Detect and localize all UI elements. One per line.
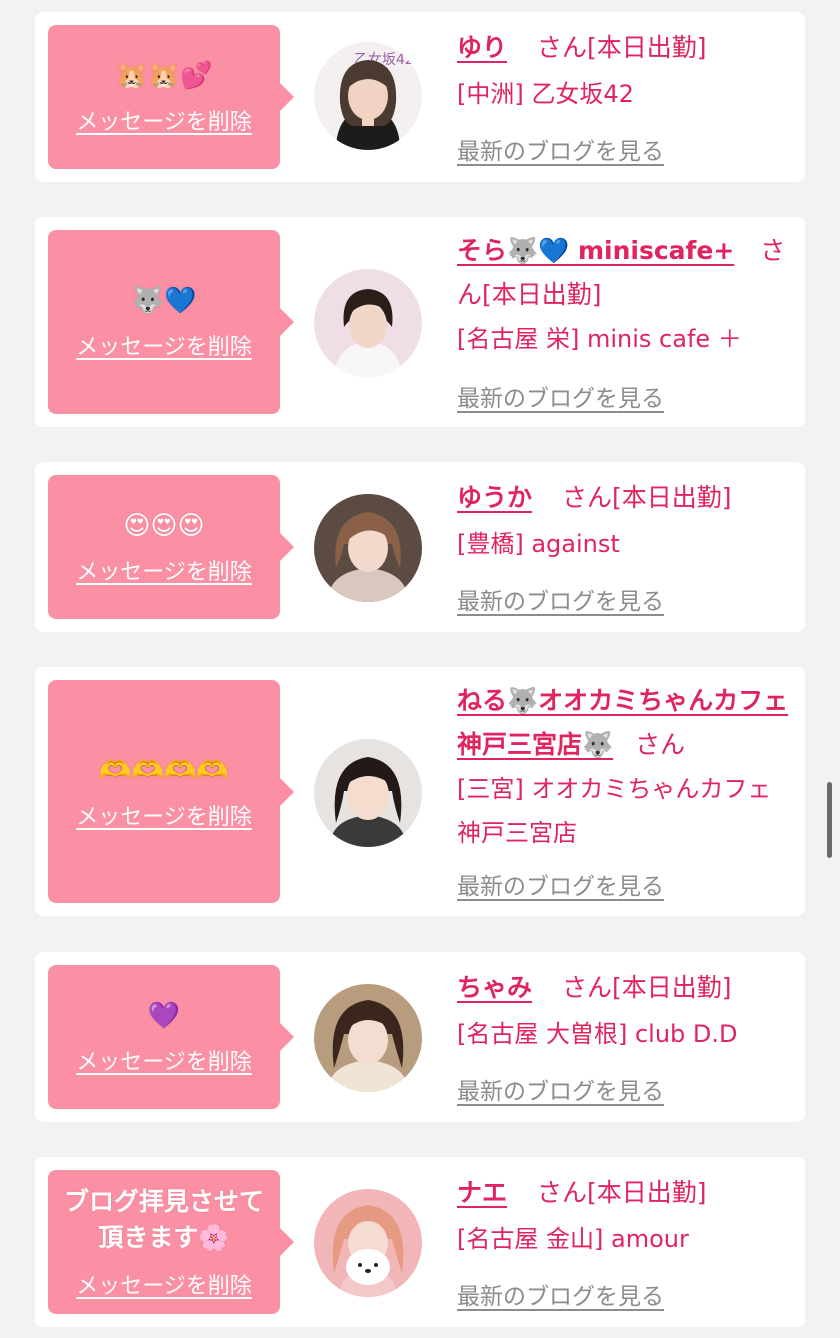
entry-info: ちゃみ さん[本日出勤] [名古屋 大曽根] club D.D [457,966,793,1056]
latest-blog-link[interactable]: 最新のブログを見る [457,379,664,413]
entry-info: そら🐺💙 miniscafe+ さん[本日出勤] [名古屋 栄] minis c… [457,229,793,361]
delete-message-link[interactable]: メッセージを削除 [76,554,252,586]
delete-message-link[interactable]: メッセージを削除 [76,1268,252,1300]
list-item: 🐺💙 メッセージを削除 そら🐺💙 miniscafe+ さん[本日出勤] [名古… [35,217,805,427]
list-item: 😍😍😍 メッセージを削除 ゆうか さん[本日出勤] [豊橋] against 最… [35,462,805,632]
profile-photo-icon: 乙女坂42 [314,42,422,150]
cast-name-link[interactable]: そら🐺💙 miniscafe+ [457,236,734,265]
avatar[interactable] [314,269,422,377]
avatar[interactable] [314,984,422,1092]
avatar[interactable]: 乙女坂42 [314,42,422,150]
profile-photo-icon [314,269,422,377]
name-suffix: さん [561,973,612,1002]
message-bubble: 🫶🫶🫶🫶 メッセージを削除 [48,680,294,903]
status-text: [本日出勤] [586,33,707,62]
message-bubble: 🐺💙 メッセージを削除 [48,230,294,414]
name-suffix: さん [561,483,612,512]
cast-name-link[interactable]: ナエ [457,1178,507,1207]
delete-message-link[interactable]: メッセージを削除 [76,104,252,136]
delete-message-link[interactable]: メッセージを削除 [76,329,252,361]
message-text: 💜 [147,1001,181,1031]
latest-blog-link[interactable]: 最新のブログを見る [457,1072,664,1106]
profile-photo-icon [314,984,422,1092]
latest-blog-link[interactable]: 最新のブログを見る [457,1277,664,1311]
profile-photo-icon [314,494,422,602]
latest-blog-link[interactable]: 最新のブログを見る [457,582,664,616]
status-text: [本日出勤] [611,483,732,512]
cast-name-link[interactable]: ゆうか [457,483,532,512]
message-bubble: 💜 メッセージを削除 [48,965,294,1109]
message-text: 😍😍😍 [123,511,205,541]
shop-info: [中洲] 乙女坂42 [457,80,634,108]
latest-blog-link[interactable]: 最新のブログを見る [457,132,664,166]
cast-name-link[interactable]: ちゃみ [457,973,532,1002]
status-text: [本日出勤] [611,973,732,1002]
avatar[interactable] [314,1189,422,1297]
profile-photo-icon [314,739,422,847]
entry-info: ゆうか さん[本日出勤] [豊橋] against [457,476,793,566]
profile-photo-icon [314,1189,422,1297]
avatar[interactable] [314,494,422,602]
delete-message-link[interactable]: メッセージを削除 [76,1044,252,1076]
message-text: 🐹🐹💕 [115,61,213,91]
message-bubble: 🐹🐹💕 メッセージを削除 [48,25,294,169]
entry-info: ねる🐺オオカミちゃんカフェ神戸三宮店🐺 さん [三宮] オオカミちゃんカフェ神戸… [457,679,793,855]
shop-info: [豊橋] against [457,530,620,558]
list-item: ブログ拝見させて頂きます🌸 メッセージを削除 ナエ さん[本日出勤] [名古屋 … [35,1157,805,1327]
message-text: ブログ拝見させて頂きます🌸 [63,1187,264,1252]
shop-info: [名古屋 大曽根] club D.D [457,1020,738,1048]
message-text: 🐺💙 [131,286,197,316]
list-item: 💜 メッセージを削除 ちゃみ さん[本日出勤] [名古屋 大曽根] club D… [35,952,805,1122]
list-item: 🐹🐹💕 メッセージを削除 乙女坂42 ゆり さん[本日出勤] [中洲] 乙女坂4… [35,12,805,182]
name-suffix: さん [536,1178,587,1207]
message-bubble: 😍😍😍 メッセージを削除 [48,475,294,619]
list-item: 🫶🫶🫶🫶 メッセージを削除 ねる🐺オオカミちゃんカフェ神戸三宮店🐺 さん [三宮… [35,667,805,916]
name-suffix: さん [635,730,686,759]
shop-info: [三宮] オオカミちゃんカフェ神戸三宮店 [457,775,772,847]
name-suffix: さん [536,33,587,62]
cast-name-link[interactable]: ねる🐺オオカミちゃんカフェ神戸三宮店🐺 [457,686,788,759]
delete-message-link[interactable]: メッセージを削除 [76,799,252,831]
cast-name-link[interactable]: ゆり [457,33,507,62]
message-text: 🫶🫶🫶🫶 [99,755,229,786]
message-bubble: ブログ拝見させて頂きます🌸 メッセージを削除 [48,1170,294,1314]
entry-info: ゆり さん[本日出勤] [中洲] 乙女坂42 [457,26,793,116]
avatar[interactable] [314,739,422,847]
status-text: [本日出勤] [482,280,602,309]
shop-info: [名古屋 金山] amour [457,1225,689,1253]
latest-blog-link[interactable]: 最新のブログを見る [457,867,664,901]
status-text: [本日出勤] [586,1178,707,1207]
shop-info: [名古屋 栄] minis cafe ＋ [457,325,742,353]
entry-info: ナエ さん[本日出勤] [名古屋 金山] amour [457,1171,793,1261]
scrollbar[interactable] [827,782,832,858]
